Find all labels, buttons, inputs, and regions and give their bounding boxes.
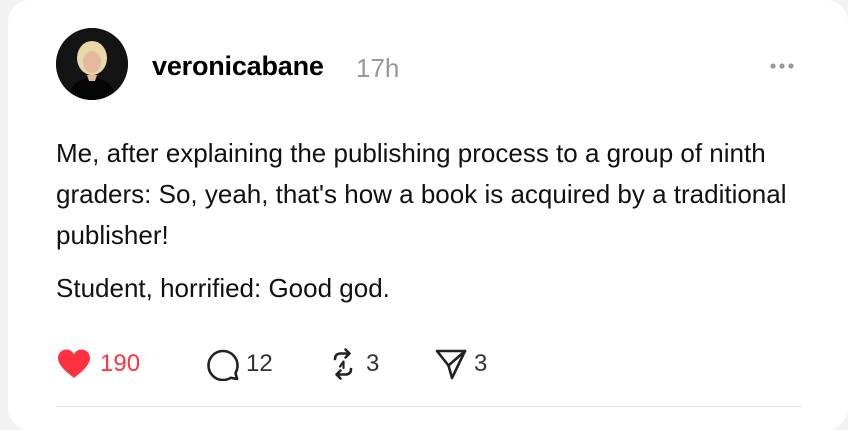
more-options-button[interactable] (764, 52, 800, 80)
reply-count: 12 (246, 350, 273, 377)
more-horizontal-icon (764, 52, 800, 80)
like-count: 190 (100, 350, 141, 377)
repost-button[interactable]: 3 (326, 342, 379, 386)
timestamp: 17h (356, 53, 400, 83)
share-button[interactable]: 3 (434, 342, 487, 386)
profile-photo (56, 28, 128, 100)
post-card: veronicabane 17h Me, after explaining th… (8, 0, 848, 430)
share-count: 3 (474, 350, 488, 377)
post-paragraph: Student, horrified: Good god. (56, 273, 390, 303)
heart-icon (56, 348, 92, 380)
send-icon (434, 347, 468, 381)
username[interactable]: veronicabane (152, 51, 324, 82)
comment-bubble-icon (206, 347, 240, 382)
repost-count: 3 (366, 350, 380, 377)
reply-button[interactable]: 12 (206, 342, 273, 386)
post-body: Me, after explaining the publishing proc… (56, 133, 816, 309)
avatar[interactable] (56, 28, 128, 100)
divider (56, 406, 802, 407)
like-button[interactable]: 190 (56, 342, 140, 386)
post-paragraph: Me, after explaining the publishing proc… (56, 138, 787, 250)
repost-icon (326, 347, 360, 381)
